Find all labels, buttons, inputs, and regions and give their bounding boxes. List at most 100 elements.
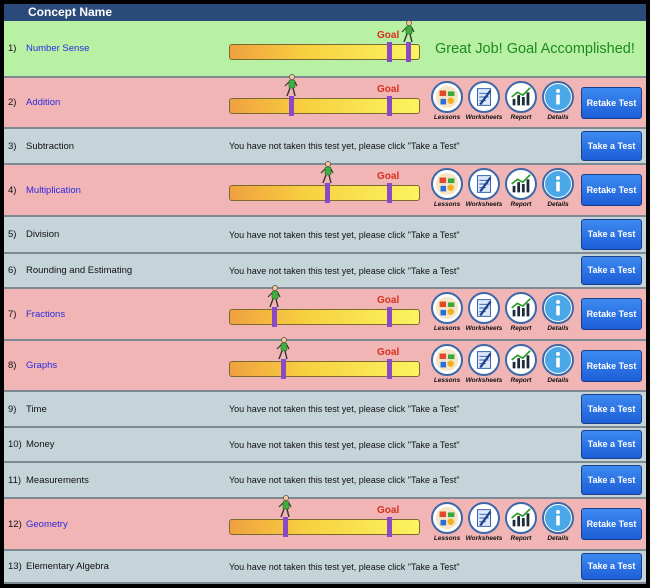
goal-label: Goal (377, 295, 400, 306)
row-number: 7) (8, 308, 17, 320)
concept-name: Elementary Algebra (26, 561, 109, 572)
retake-test-button[interactable]: Retake Test (581, 298, 642, 330)
not-taken-message: You have not taken this test yet, please… (229, 141, 460, 151)
report-button[interactable]: Report (504, 168, 538, 210)
report-button[interactable]: Report (504, 292, 538, 334)
concept-name[interactable]: Number Sense (26, 21, 89, 76)
lessons-button[interactable]: Lessons (430, 81, 464, 123)
worksheets-button[interactable]: Worksheets (466, 81, 502, 123)
worksheets-label: Worksheets (465, 535, 503, 542)
row-number: 1) (8, 43, 17, 54)
pencil-paper-icon (468, 292, 500, 324)
details-label: Details (547, 535, 569, 542)
resource-icons: Lessons Worksheets Report Details (430, 289, 580, 339)
report-chart-icon (505, 344, 537, 376)
column-header-concept-name: Concept Name (28, 5, 113, 19)
goal-marker (387, 183, 392, 203)
table-row: 13) Elementary Algebra You have not taken … (4, 551, 646, 584)
details-button[interactable]: Details (541, 292, 575, 334)
progress-bar (229, 96, 420, 116)
table-row: 4) Multiplication Goal Lessons Worksheets Rep… (4, 161, 646, 217)
worksheets-label: Worksheets (465, 201, 503, 208)
take-a-test-button[interactable]: Take a Test (581, 394, 642, 424)
resource-icons: Lessons Worksheets Report Details (430, 78, 580, 127)
concept-name[interactable]: Multiplication (26, 165, 81, 215)
goal-marker (387, 96, 392, 116)
row-number: 10) (8, 439, 22, 450)
report-chart-icon (505, 502, 537, 534)
resource-icons: Lessons Worksheets Report Details (430, 499, 580, 549)
retake-test-button[interactable]: Retake Test (581, 508, 642, 540)
lessons-button[interactable]: Lessons (430, 502, 464, 544)
details-button[interactable]: Details (541, 502, 575, 544)
concept-name: Money (26, 439, 55, 450)
goal-label: Goal (377, 505, 400, 516)
lessons-button[interactable]: Lessons (430, 168, 464, 210)
report-label: Report (510, 535, 532, 542)
lessons-icon (431, 168, 463, 200)
lessons-label: Lessons (433, 201, 461, 208)
goal-marker (387, 307, 392, 327)
take-a-test-button[interactable]: Take a Test (581, 256, 642, 285)
concept-name[interactable]: Graphs (26, 341, 57, 390)
worksheets-button[interactable]: Worksheets (466, 502, 502, 544)
table-row: 8) Graphs Goal Lessons Worksheets Report Detai… (4, 337, 646, 392)
goal-label: Goal (377, 347, 400, 358)
report-button[interactable]: Report (504, 81, 538, 123)
details-label: Details (547, 114, 569, 121)
progress-bar (229, 183, 420, 203)
resource-icons: Lessons Worksheets Report Details (430, 341, 580, 390)
details-button[interactable]: Details (541, 81, 575, 123)
lessons-button[interactable]: Lessons (430, 292, 464, 334)
take-a-test-button[interactable]: Take a Test (581, 465, 642, 495)
report-chart-icon (505, 81, 537, 113)
worksheets-button[interactable]: Worksheets (466, 292, 502, 334)
concept-name: Subtraction (26, 140, 75, 152)
retake-test-button[interactable]: Retake Test (581, 174, 642, 206)
take-a-test-button[interactable]: Take a Test (581, 430, 642, 459)
row-number: 8) (8, 360, 17, 371)
info-icon (542, 502, 574, 534)
goal-label: Goal (377, 84, 400, 95)
details-button[interactable]: Details (541, 344, 575, 386)
table-row: 9) Time You have not taken this test yet, … (4, 392, 646, 428)
worksheets-button[interactable]: Worksheets (466, 168, 502, 210)
report-button[interactable]: Report (504, 344, 538, 386)
take-a-test-button[interactable]: Take a Test (581, 219, 642, 250)
row-number: 5) (8, 229, 17, 240)
concept-name: Rounding and Estimating (26, 265, 133, 276)
progress-marker (406, 42, 411, 62)
report-label: Report (510, 377, 532, 384)
progress-marker (325, 183, 330, 203)
lessons-icon (431, 344, 463, 376)
retake-test-button[interactable]: Retake Test (581, 87, 642, 119)
lessons-icon (431, 292, 463, 324)
retake-test-button[interactable]: Retake Test (581, 350, 642, 382)
not-taken-message: You have not taken this test yet, please… (229, 265, 460, 276)
table-row: 6) Rounding and Estimating You have not ta… (4, 254, 646, 289)
concept-name[interactable]: Addition (26, 78, 60, 127)
table-row: 10) Money You have not taken this test yet… (4, 428, 646, 463)
progress-marker (272, 307, 277, 327)
table-row: 2) Addition Goal Lessons Worksheets Report Det… (4, 74, 646, 129)
goal-accomplished-message: Great Job! Goal Accomplished! (435, 40, 635, 57)
row-number: 12) (8, 518, 22, 530)
report-label: Report (510, 201, 532, 208)
lessons-icon (431, 81, 463, 113)
not-taken-message: You have not taken this test yet, please… (229, 404, 460, 414)
table-row: 11) Measurements You have not taken this t… (4, 463, 646, 499)
report-button[interactable]: Report (504, 502, 538, 544)
details-label: Details (547, 377, 569, 384)
take-a-test-button[interactable]: Take a Test (581, 553, 642, 580)
worksheets-button[interactable]: Worksheets (466, 344, 502, 386)
concept-name[interactable]: Fractions (26, 289, 65, 339)
concept-name[interactable]: Geometry (26, 499, 68, 549)
take-a-test-button[interactable]: Take a Test (581, 131, 642, 161)
lessons-label: Lessons (433, 114, 461, 121)
progress-marker (283, 517, 288, 537)
details-button[interactable]: Details (541, 168, 575, 210)
pencil-paper-icon (468, 502, 500, 534)
progress-bar (229, 517, 420, 537)
row-number: 2) (8, 97, 17, 108)
lessons-button[interactable]: Lessons (430, 344, 464, 386)
